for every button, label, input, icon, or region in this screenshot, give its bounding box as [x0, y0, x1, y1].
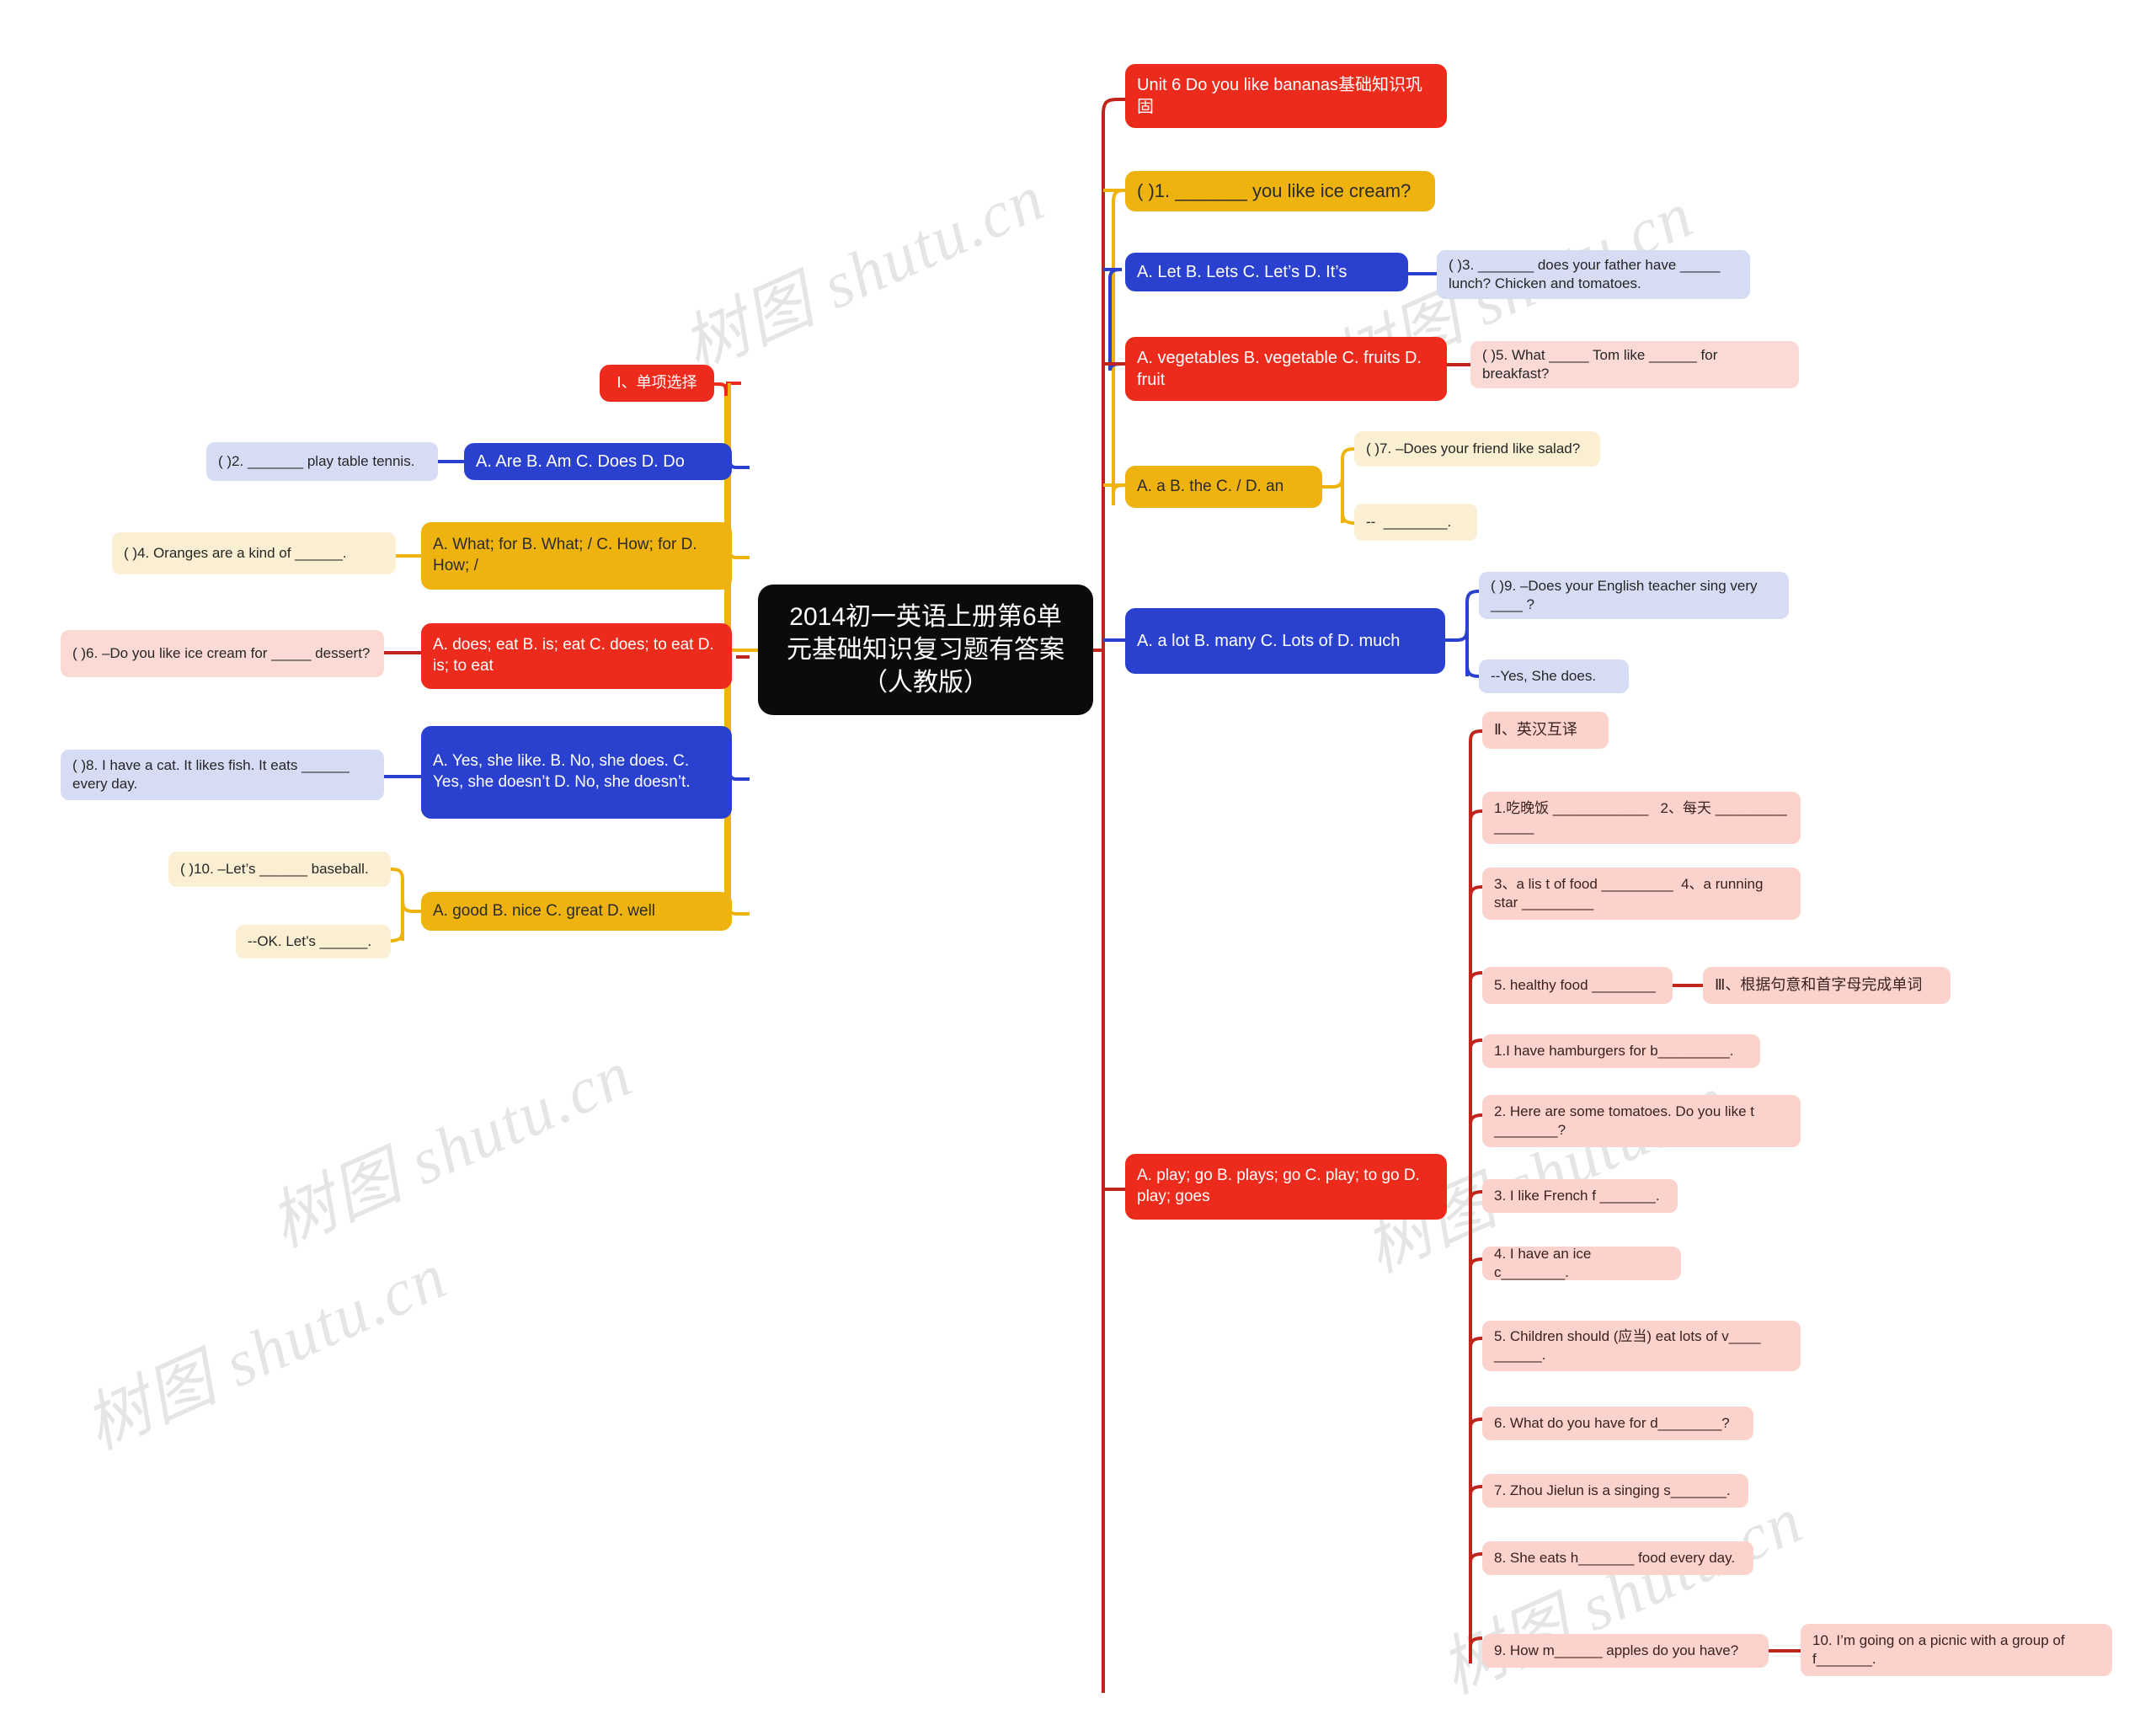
node-q2-choices[interactable]: A. Are B. Am C. Does D. Do	[464, 443, 732, 480]
node-word-item[interactable]: 5. Children should (应当) eat lots of v___…	[1482, 1321, 1801, 1371]
node-q5-choices[interactable]: A. vegetables B. vegetable C. fruits D. …	[1125, 337, 1447, 401]
node-unit-title[interactable]: Unit 6 Do you like bananas基础知识巩固	[1125, 64, 1447, 128]
node-q10-reply[interactable]: --OK. Let’s ______.	[236, 925, 391, 958]
node-section-2[interactable]: Ⅱ、英汉互译	[1482, 712, 1609, 749]
node-q9-reply[interactable]: --Yes, She does.	[1479, 659, 1629, 693]
watermark: 树图 shutu.cn	[259, 1036, 643, 1261]
node-q4-choices[interactable]: A. What; for B. What; / C. How; for D. H…	[421, 522, 732, 590]
node-q5-stem[interactable]: ( )5. What _____ Tom like ______ for bre…	[1470, 341, 1799, 388]
node-q7-reply[interactable]: -- ________.	[1354, 504, 1477, 541]
node-q9-choices[interactable]: A. a lot B. many C. Lots of D. much	[1125, 608, 1445, 674]
center-node[interactable]: 2014初一英语上册第6单 元基础知识复习题有答案 （人教版）	[758, 585, 1093, 715]
node-section-1[interactable]: Ⅰ、单项选择	[600, 365, 714, 402]
node-q6-stem[interactable]: ( )6. –Do you like ice cream for _____ d…	[61, 630, 384, 677]
node-translate-item[interactable]: 3、a lis t of food _________ 4、a running …	[1482, 868, 1801, 920]
node-word-item[interactable]: 2. Here are some tomatoes. Do you like t…	[1482, 1095, 1801, 1147]
node-q10-choices[interactable]: A. good B. nice C. great D. well	[421, 892, 732, 931]
node-word-item[interactable]: 7. Zhou Jielun is a singing s_______.	[1482, 1474, 1748, 1508]
node-word-item[interactable]: 8. She eats h_______ food every day.	[1482, 1541, 1753, 1575]
node-word-item[interactable]: 3. I like French f _______.	[1482, 1179, 1678, 1213]
node-q6-choices[interactable]: A. does; eat B. is; eat C. does; to eat …	[421, 623, 732, 689]
node-word-item[interactable]: 9. How m______ apples do you have?	[1482, 1634, 1769, 1668]
node-q8-choices[interactable]: A. Yes, she like. B. No, she does. C. Ye…	[421, 726, 732, 819]
node-translate-item[interactable]: 1.吃晚饭 ____________ 2、每天 _________ _____	[1482, 792, 1801, 844]
node-q7-choices[interactable]: A. a B. the C. / D. an	[1125, 466, 1322, 508]
node-q10-stem[interactable]: ( )10. –Let’s ______ baseball.	[168, 852, 391, 887]
node-word-item[interactable]: 10. I’m going on a picnic with a group o…	[1801, 1624, 2112, 1676]
node-translate-item[interactable]: 5. healthy food ________	[1482, 967, 1673, 1004]
node-q4-stem[interactable]: ( )4. Oranges are a kind of ______.	[112, 532, 396, 574]
node-q3-choices[interactable]: A. Let B. Lets C. Let’s D. It’s	[1125, 253, 1408, 291]
watermark: 树图 shutu.cn	[73, 1238, 458, 1463]
node-q-play-choices[interactable]: A. play; go B. plays; go C. play; to go …	[1125, 1154, 1447, 1220]
node-q7-stem[interactable]: ( )7. –Does your friend like salad?	[1354, 431, 1600, 467]
node-q9-stem[interactable]: ( )9. –Does your English teacher sing ve…	[1479, 572, 1789, 619]
mindmap-canvas: 树图 shutu.cn 树图 shutu.cn 树图 shutu.cn 树图 s…	[0, 0, 2156, 1714]
node-q3-stem[interactable]: ( )3. _______ does your father have ____…	[1437, 250, 1750, 299]
node-q8-stem[interactable]: ( )8. I have a cat. It likes fish. It ea…	[61, 750, 384, 800]
node-word-item[interactable]: 6. What do you have for d________?	[1482, 1407, 1753, 1440]
watermark: 树图 shutu.cn	[671, 160, 1056, 385]
node-q1-stem[interactable]: ( )1. _______ you like ice cream?	[1125, 171, 1435, 211]
node-q2-stem[interactable]: ( )2. _______ play table tennis.	[206, 442, 438, 481]
node-word-item[interactable]: 4. I have an ice c________.	[1482, 1246, 1681, 1280]
node-section-3[interactable]: Ⅲ、根据句意和首字母完成单词	[1703, 967, 1951, 1004]
node-word-item[interactable]: 1.I have hamburgers for b_________.	[1482, 1034, 1760, 1068]
